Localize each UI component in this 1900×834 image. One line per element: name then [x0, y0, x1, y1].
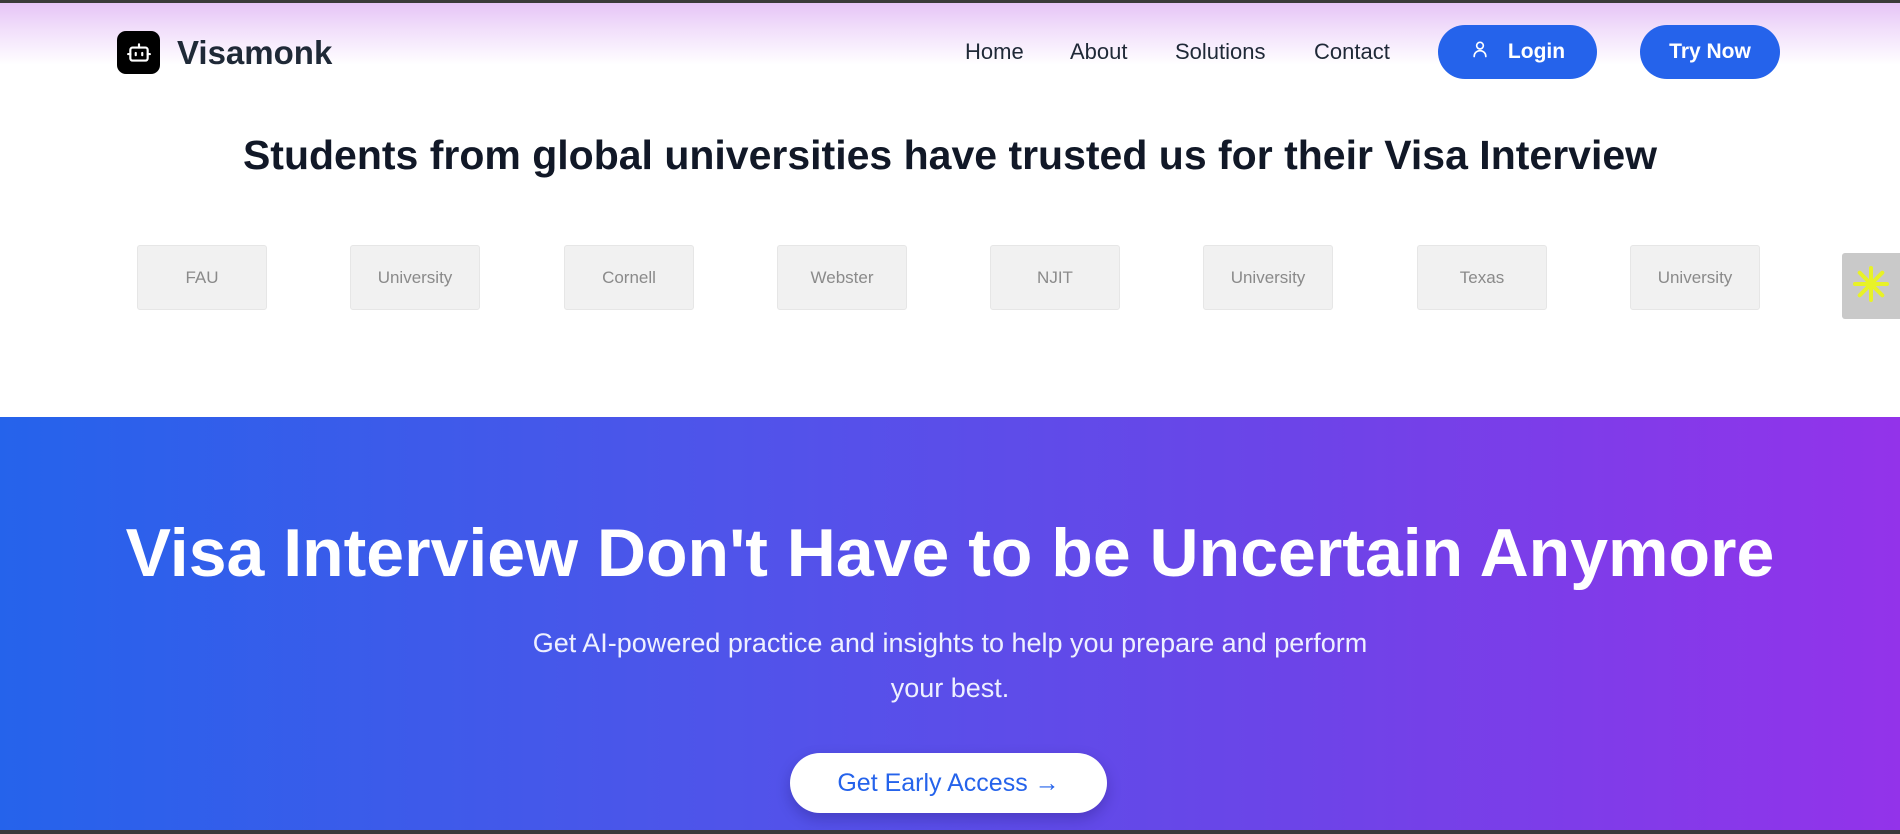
robot-icon[interactable] — [117, 31, 160, 74]
hero-subtitle-line: Get AI-powered practice and insights to … — [532, 628, 1368, 658]
university-card: NJIT — [990, 245, 1120, 310]
sparkle-icon — [1851, 264, 1891, 309]
nav-solutions[interactable]: Solutions — [1175, 37, 1266, 67]
login-label: Login — [1507, 40, 1566, 63]
university-card: University — [1203, 245, 1333, 310]
brand-name[interactable]: Visamonk — [177, 31, 332, 74]
user-icon — [1470, 39, 1490, 65]
university-card: Texas — [1417, 245, 1547, 310]
university-card: Webster — [777, 245, 907, 310]
trusted-heading: Students from global universities have t… — [242, 132, 1658, 178]
nav-contact[interactable]: Contact — [1314, 37, 1390, 67]
hero-subtitle-line: your best. — [890, 673, 1010, 703]
hero-subtitle: Get AI-powered practice and insights to … — [480, 621, 1420, 711]
feedback-widget-button[interactable] — [1842, 253, 1900, 319]
university-card: University — [1630, 245, 1760, 310]
nav-about[interactable]: About — [1070, 37, 1128, 67]
university-card: FAU — [137, 245, 267, 310]
login-button[interactable]: Login — [1438, 25, 1597, 79]
nav-home[interactable]: Home — [965, 37, 1024, 67]
university-card: University — [350, 245, 480, 310]
try-now-button[interactable]: Try Now — [1640, 25, 1780, 79]
hero-title: Visa Interview Don't Have to be Uncertai… — [125, 515, 1775, 591]
get-early-access-button[interactable]: Get Early Access → — [790, 753, 1107, 813]
university-logos: FAU University Cornell Webster NJIT Univ… — [137, 245, 1761, 310]
page-viewport: Visamonk Home About Solutions Contact Lo… — [0, 0, 1900, 834]
site-header: Visamonk Home About Solutions Contact Lo… — [0, 3, 1900, 103]
hero-section: Visa Interview Don't Have to be Uncertai… — [0, 417, 1900, 830]
university-card: Cornell — [564, 245, 694, 310]
